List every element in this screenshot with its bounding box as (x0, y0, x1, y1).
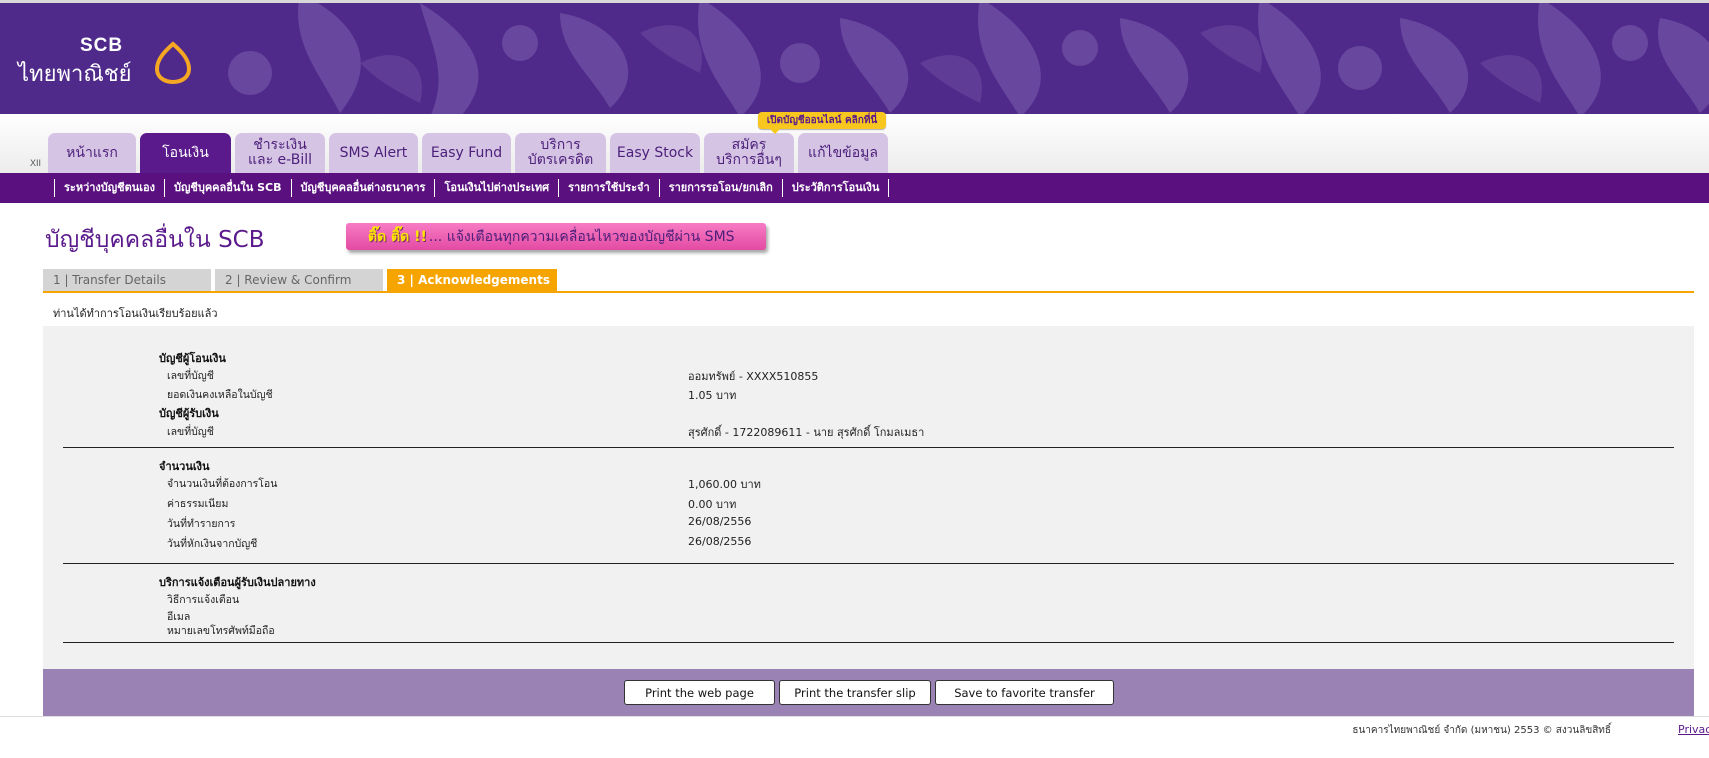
divider (63, 447, 1674, 448)
step-review-confirm: 2 | Review & Confirm (215, 269, 383, 291)
from-account-value: ออมทรัพย์ - XXXX510855 (688, 370, 819, 383)
logo-thai-text: ไทยพาณิชย์ (18, 62, 132, 87)
transaction-date-value: 26/08/2556 (688, 515, 752, 528)
divider (63, 642, 1674, 643)
tab-home[interactable]: หน้าแรก (48, 133, 136, 173)
header-banner: SCB ไทยพาณิชย์ (0, 0, 1709, 114)
banner-pattern (228, 3, 1709, 114)
subnav-overseas[interactable]: โอนเงินไปต่างประเทศ (434, 179, 558, 197)
subnav-other-bank[interactable]: บัญชีบุคคลอื่นต่างธนาคาร (290, 179, 435, 197)
open-account-promo[interactable]: เปิดบัญชีออนไลน์ คลิกที่นี่ (758, 112, 886, 134)
tab-credit-card[interactable]: บริการ บัตรเครดิต (515, 133, 606, 173)
tab-transfer[interactable]: โอนเงิน (140, 133, 231, 173)
tab-other-services[interactable]: สมัคร บริการอื่นๆ (704, 133, 794, 173)
tab-sms-alert[interactable]: SMS Alert (329, 133, 418, 173)
privacy-link[interactable]: Privac (1678, 723, 1709, 736)
print-slip-button[interactable]: Print the transfer slip (779, 680, 931, 705)
mobile-label: หมายเลขโทรศัพท์มือถือ (167, 625, 275, 637)
fee-label: ค่าธรรมเนียม (167, 498, 229, 510)
balance-value: 1.05 บาท (688, 389, 737, 402)
notify-method-label: วิธีการแจ้งเตือน (167, 594, 240, 606)
from-account-label: เลขที่บัญชี (167, 370, 214, 382)
amount-value: 1,060.00 บาท (688, 478, 761, 491)
scb-lotus-icon (154, 41, 192, 85)
debit-date-label: วันที่หักเงินจากบัญชี (167, 538, 258, 550)
tab-bill-payment[interactable]: ชำระเงิน และ e-Bill (235, 133, 325, 173)
subnav-history[interactable]: ประวัติการโอนเงิน (781, 179, 890, 197)
step-acknowledgements: 3 | Acknowledgements (387, 269, 557, 291)
sms-alert-banner[interactable]: ติ๊ด ติ๊ด !! ... แจ้งเตือนทุกความเคลื่อน… (346, 223, 766, 250)
from-account-heading: บัญชีผู้โอนเงิน (159, 352, 226, 365)
debit-date-value: 26/08/2556 (688, 535, 752, 548)
step-transfer-details: 1 | Transfer Details (43, 269, 211, 291)
action-bar: Print the web page Print the transfer sl… (43, 669, 1694, 716)
amount-heading: จำนวนเงิน (159, 460, 210, 473)
sms-banner-ting: ติ๊ด ติ๊ด !! (368, 228, 427, 245)
balance-label: ยอดเงินคงเหลือในบัญชี (167, 389, 273, 401)
to-account-heading: บัญชีผู้รับเงิน (159, 407, 219, 420)
main-tabs: หน้าแรก โอนเงิน ชำระเงิน และ e-Bill SMS … (48, 133, 888, 173)
scb-logo[interactable]: SCB ไทยพาณิชย์ (18, 35, 193, 91)
tab-edit-profile[interactable]: แก้ไขข้อมูล (798, 133, 888, 173)
transaction-date-label: วันที่ทำรายการ (167, 518, 236, 530)
success-message: ท่านได้ทำการโอนเงินเรียบร้อยแล้ว (53, 307, 218, 320)
fee-value: 0.00 บาท (688, 498, 737, 511)
notify-heading: บริการแจ้งเตือนผู้รับเงินปลายทาง (159, 576, 316, 589)
transfer-subnav: ระหว่างบัญชีตนเอง บัญชีบุคคลอื่นใน SCB บ… (0, 173, 1709, 203)
sms-banner-text: ... แจ้งเตือนทุกความเคลื่อนไหวของบัญชีผ่… (428, 228, 735, 245)
progress-steps: 1 | Transfer Details 2 | Review & Confir… (43, 269, 1694, 293)
footer-divider (0, 716, 1709, 717)
logo-brand-text: SCB (80, 35, 124, 56)
transfer-details-panel: บัญชีผู้โอนเงิน เลขที่บัญชี ออมทรัพย์ - … (43, 326, 1694, 669)
page-title: บัญชีบุคคลอื่นใน SCB (45, 227, 265, 253)
to-account-value: สุรศักดิ์ - 1722089611 - นาย สุรศักดิ์ โ… (688, 426, 925, 439)
divider (63, 563, 1674, 564)
tab-easy-stock[interactable]: Easy Stock (610, 133, 700, 173)
to-account-label: เลขที่บัญชี (167, 426, 214, 438)
tab-easy-fund[interactable]: Easy Fund (422, 133, 511, 173)
font-size-toggle[interactable]: XII (30, 158, 41, 168)
subnav-other-scb[interactable]: บัญชีบุคคลอื่นใน SCB (164, 179, 291, 197)
subnav-pending[interactable]: รายการรอโอน/ยกเลิก (658, 179, 782, 197)
print-page-button[interactable]: Print the web page (624, 680, 775, 705)
save-favorite-button[interactable]: Save to favorite transfer (935, 680, 1114, 705)
footer-copyright: ธนาคารไทยพาณิชย์ จำกัด (มหาชน) 2553 © สง… (1352, 725, 1611, 736)
amount-label: จำนวนเงินที่ต้องการโอน (167, 478, 278, 490)
subnav-favorites[interactable]: รายการใช้ประจำ (558, 179, 659, 197)
subnav-own-accounts[interactable]: ระหว่างบัญชีตนเอง (54, 179, 164, 197)
